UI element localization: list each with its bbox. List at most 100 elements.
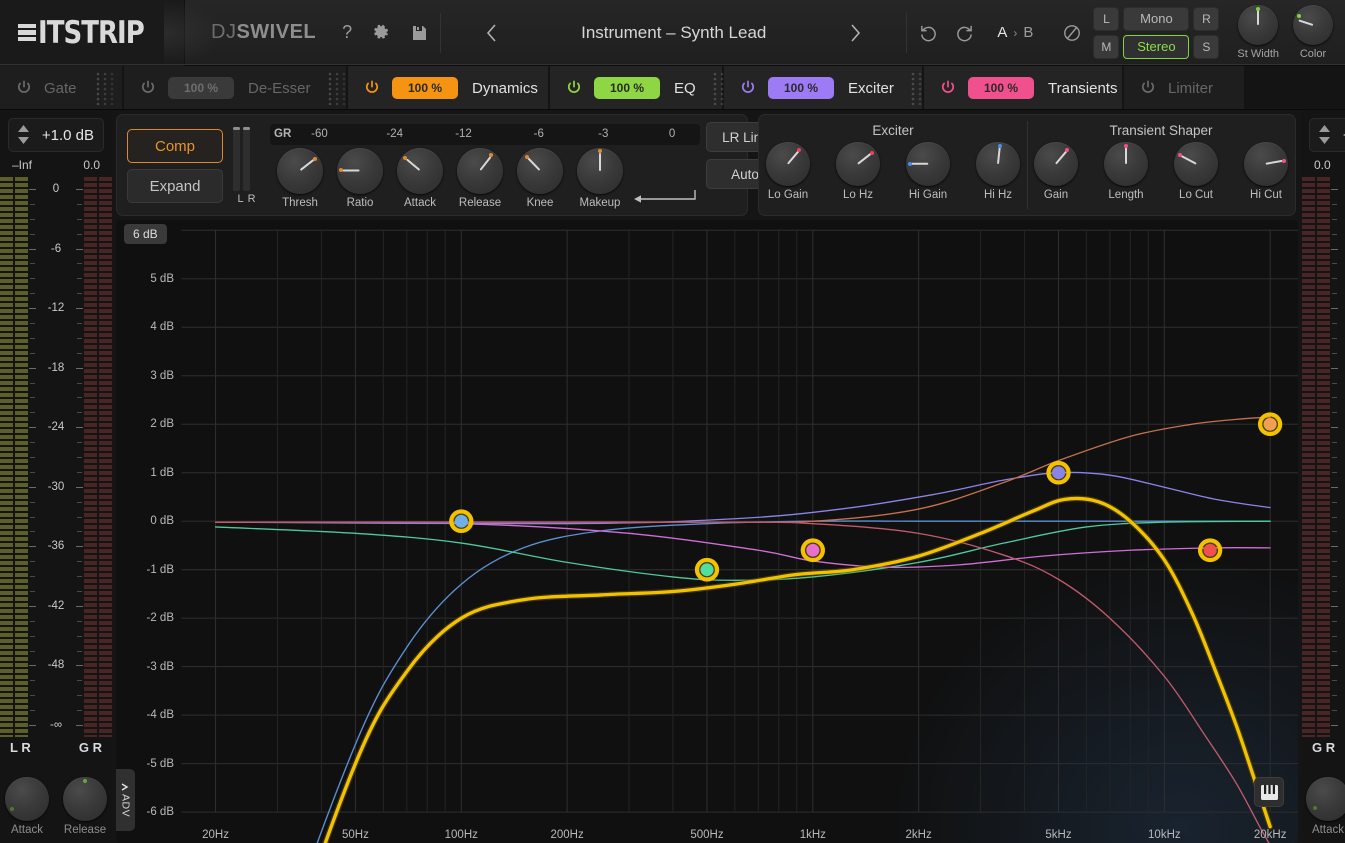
power-toggle-eq[interactable]: [564, 78, 584, 98]
undo-icon[interactable]: [913, 18, 943, 48]
y-axis-tick-label: 1 dB: [116, 467, 174, 479]
meter-minor-tick: [30, 636, 35, 637]
dynamics-makeup-knob[interactable]: [577, 148, 623, 194]
divider-2: [906, 13, 907, 53]
dynamics-panel: Comp Expand L R GR -60-24-12-6-30: [116, 114, 748, 216]
routing-stereo-button[interactable]: Stereo: [1123, 35, 1189, 59]
x-axis-tick-label: 1kHz: [800, 829, 826, 841]
exciter-hi-hz-label: Hi Hz: [984, 189, 1012, 201]
transient-length-label: Length: [1108, 189, 1143, 201]
mix-percent-deesser[interactable]: 100 %: [168, 77, 234, 99]
module-tab-deesser[interactable]: 100 %De-Esser: [124, 66, 346, 110]
ab-b-label[interactable]: B: [1023, 24, 1033, 41]
meter-minor-tick: [1332, 695, 1337, 696]
dynamics-release-control: Release: [450, 148, 510, 209]
meter-minor-tick: [1332, 517, 1337, 518]
expand-mode-button[interactable]: Expand: [127, 169, 223, 203]
exciter-hi-hz-knob[interactable]: [976, 142, 1020, 186]
gr-scale-tick: -3: [598, 128, 608, 140]
power-toggle-gate[interactable]: [14, 78, 34, 98]
db-range-badge[interactable]: 6 dB: [124, 224, 167, 244]
dynamics-thresh-knob[interactable]: [277, 148, 323, 194]
stereo-width-knob[interactable]: [1238, 5, 1278, 45]
module-tab-gate[interactable]: Gate: [0, 66, 122, 110]
save-disk-icon[interactable]: [404, 18, 434, 48]
dynamics-knee-knob[interactable]: [517, 148, 563, 194]
gate-attack-knob[interactable]: [5, 777, 49, 821]
output-meter-gr-label: G R: [1312, 740, 1335, 755]
ab-compare[interactable]: A › B: [997, 24, 1033, 41]
ab-arrow-icon[interactable]: ›: [1013, 26, 1017, 40]
gate-release-knob[interactable]: [63, 777, 107, 821]
limiter-attack-knob[interactable]: [1306, 777, 1345, 821]
exciter-knobs: Lo GainLo HzHi GainHi Hz: [759, 142, 1027, 201]
module-tab-limiter[interactable]: Limiter: [1124, 66, 1244, 110]
meter-minor-tick: [1332, 591, 1337, 592]
question-mark-icon[interactable]: ?: [332, 18, 362, 48]
dynamics-attack-knob[interactable]: [397, 148, 443, 194]
routing-l-button[interactable]: L: [1093, 7, 1119, 31]
advanced-panel-toggle[interactable]: ADV: [116, 769, 135, 831]
exciter-lo-gain-knob[interactable]: [766, 142, 810, 186]
module-tab-eq[interactable]: 100 %EQ: [550, 66, 722, 110]
output-gain-field[interactable]: +0.0 dB: [1309, 118, 1345, 152]
meter-tick-label: -18: [1330, 362, 1345, 374]
power-toggle-dynamics[interactable]: [362, 78, 382, 98]
y-axis-tick-label: -3 dB: [116, 661, 174, 673]
eq-graph[interactable]: 6 dB 5 dB4 dB3 dB2 dB1 dB0 dB-1 dB-2 dB-…: [116, 220, 1298, 843]
hitstrip-logo-mark: [18, 24, 36, 41]
power-toggle-exciter[interactable]: [738, 78, 758, 98]
transient-shaper-section: Transient Shaper GainLengthLo CutHi Cut: [1027, 115, 1295, 215]
x-axis-tick-label: 200Hz: [550, 829, 583, 841]
module-label-limiter: Limiter: [1168, 80, 1213, 97]
preset-next-button[interactable]: [839, 13, 873, 53]
module-tab-exciter[interactable]: 100 %Exciter: [724, 66, 922, 110]
mix-percent-transients[interactable]: 100 %: [968, 77, 1034, 99]
exciter-hi-gain-label: Hi Gain: [909, 189, 947, 201]
gear-icon[interactable]: [366, 18, 396, 48]
module-tab-transients[interactable]: 100 %Transients: [924, 66, 1122, 110]
dynamics-release-knob[interactable]: [457, 148, 503, 194]
exciter-lo-hz-label: Lo Hz: [843, 189, 873, 201]
brand-block: ITSTRIP: [0, 0, 185, 66]
meter-tick-label: -6: [28, 243, 84, 255]
preset-prev-button[interactable]: [475, 13, 509, 53]
routing-mono-button[interactable]: Mono: [1123, 7, 1189, 31]
meter-minor-tick: [30, 531, 35, 532]
mix-percent-dynamics[interactable]: 100 %: [392, 77, 458, 99]
transient-length-knob[interactable]: [1104, 142, 1148, 186]
piano-keyboard-icon[interactable]: [1254, 777, 1284, 807]
mix-percent-exciter[interactable]: 100 %: [768, 77, 834, 99]
dynamics-ratio-knob[interactable]: [337, 148, 383, 194]
exciter-lo-hz-knob[interactable]: [836, 142, 880, 186]
routing-r-button[interactable]: R: [1193, 7, 1219, 31]
comp-mode-button[interactable]: Comp: [127, 129, 223, 163]
input-gain-field[interactable]: +1.0 dB: [8, 118, 104, 152]
redo-icon[interactable]: [949, 18, 979, 48]
color-knob[interactable]: [1293, 5, 1333, 45]
preset-name[interactable]: Instrument – Synth Lead: [509, 23, 839, 43]
routing-m-button[interactable]: M: [1093, 35, 1119, 59]
mix-percent-eq[interactable]: 100 %: [594, 77, 660, 99]
gate-attack-indicator: [10, 807, 14, 811]
routing-s-button[interactable]: S: [1193, 35, 1219, 59]
transient-lo-cut-knob[interactable]: [1174, 142, 1218, 186]
power-toggle-transients[interactable]: [938, 78, 958, 98]
meter-minor-tick: [30, 323, 35, 324]
phase-invert-icon[interactable]: [1057, 18, 1087, 48]
gr-scale-tick: -12: [455, 128, 472, 140]
meter-tick-label: -48: [28, 659, 84, 671]
module-tab-dynamics[interactable]: 100 %Dynamics: [348, 66, 548, 110]
transient-hi-cut-knob[interactable]: [1244, 142, 1288, 186]
transient-gain-knob[interactable]: [1034, 142, 1078, 186]
ab-a-label[interactable]: A: [997, 24, 1007, 41]
exciter-hi-gain-knob[interactable]: [906, 142, 950, 186]
meter-minor-tick: [77, 636, 82, 637]
gate-release-indicator: [83, 779, 87, 783]
input-gain-stepper[interactable]: [17, 124, 30, 145]
eq-plot-svg[interactable]: [116, 220, 1298, 843]
stereo-width-control: St Width: [1237, 5, 1279, 60]
power-toggle-deesser[interactable]: [138, 78, 158, 98]
output-gain-stepper[interactable]: [1318, 124, 1331, 145]
power-toggle-limiter[interactable]: [1138, 78, 1158, 98]
